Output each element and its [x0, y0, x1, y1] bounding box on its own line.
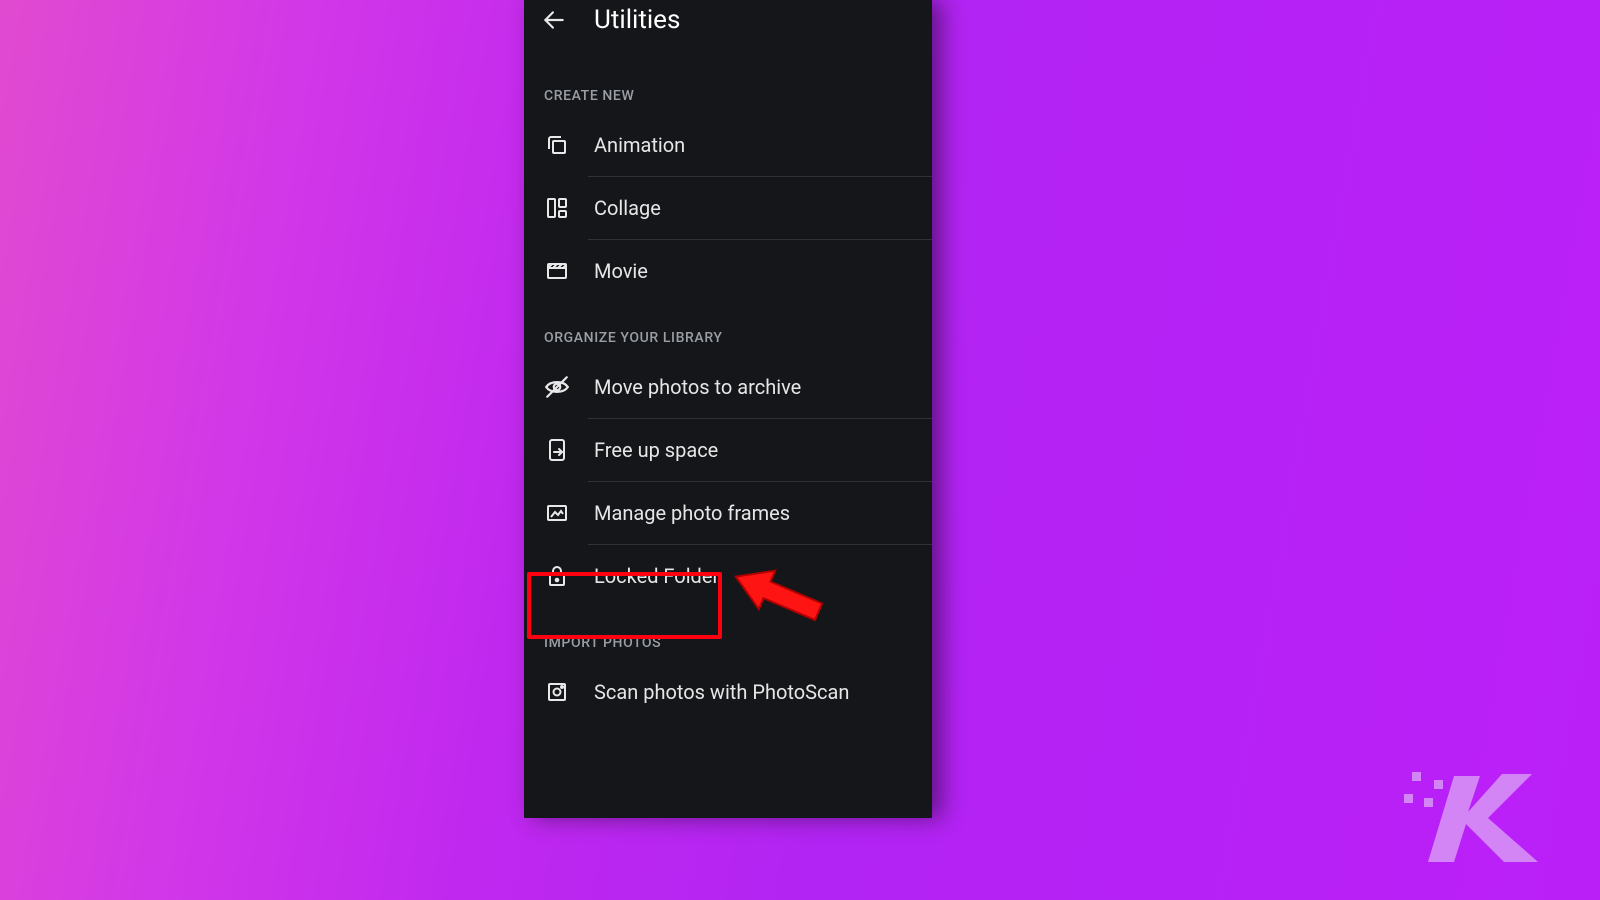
arrow-left-icon — [541, 7, 567, 33]
create-collage-label: Collage — [594, 196, 661, 220]
freeup-row[interactable]: Free up space — [524, 419, 932, 481]
frames-label: Manage photo frames — [594, 501, 790, 525]
frames-row[interactable]: Manage photo frames — [524, 482, 932, 544]
freeup-label: Free up space — [594, 438, 718, 462]
section-header-import: IMPORT PHOTOS — [524, 607, 932, 661]
background-gradient: Utilities CREATE NEW Animation C — [0, 0, 1600, 900]
collage-icon — [544, 195, 570, 221]
create-animation-row[interactable]: Animation — [524, 114, 932, 176]
lock-icon — [544, 563, 570, 589]
section-header-organize: ORGANIZE YOUR LIBRARY — [524, 302, 932, 356]
section-header-create: CREATE NEW — [524, 44, 932, 114]
archive-label: Move photos to archive — [594, 375, 801, 399]
archive-row[interactable]: Move photos to archive — [524, 356, 932, 418]
scan-icon — [544, 679, 570, 705]
locked-folder-label: Locked Folder — [594, 564, 719, 588]
page-title: Utilities — [594, 5, 680, 35]
create-movie-row[interactable]: Movie — [524, 240, 932, 302]
create-movie-label: Movie — [594, 259, 648, 283]
locked-folder-row[interactable]: Locked Folder — [524, 545, 932, 607]
archive-icon — [544, 374, 570, 400]
app-bar: Utilities — [524, 0, 932, 44]
freeup-icon — [544, 437, 570, 463]
animation-icon — [544, 132, 570, 158]
create-animation-label: Animation — [594, 133, 685, 157]
movie-icon — [544, 258, 570, 284]
phone-screen: Utilities CREATE NEW Animation C — [524, 0, 932, 818]
watermark-logo — [1404, 766, 1564, 856]
back-button[interactable] — [538, 4, 570, 36]
scan-label: Scan photos with PhotoScan — [594, 680, 849, 704]
frames-icon — [544, 500, 570, 526]
create-collage-row[interactable]: Collage — [524, 177, 932, 239]
scan-row[interactable]: Scan photos with PhotoScan — [524, 661, 932, 723]
